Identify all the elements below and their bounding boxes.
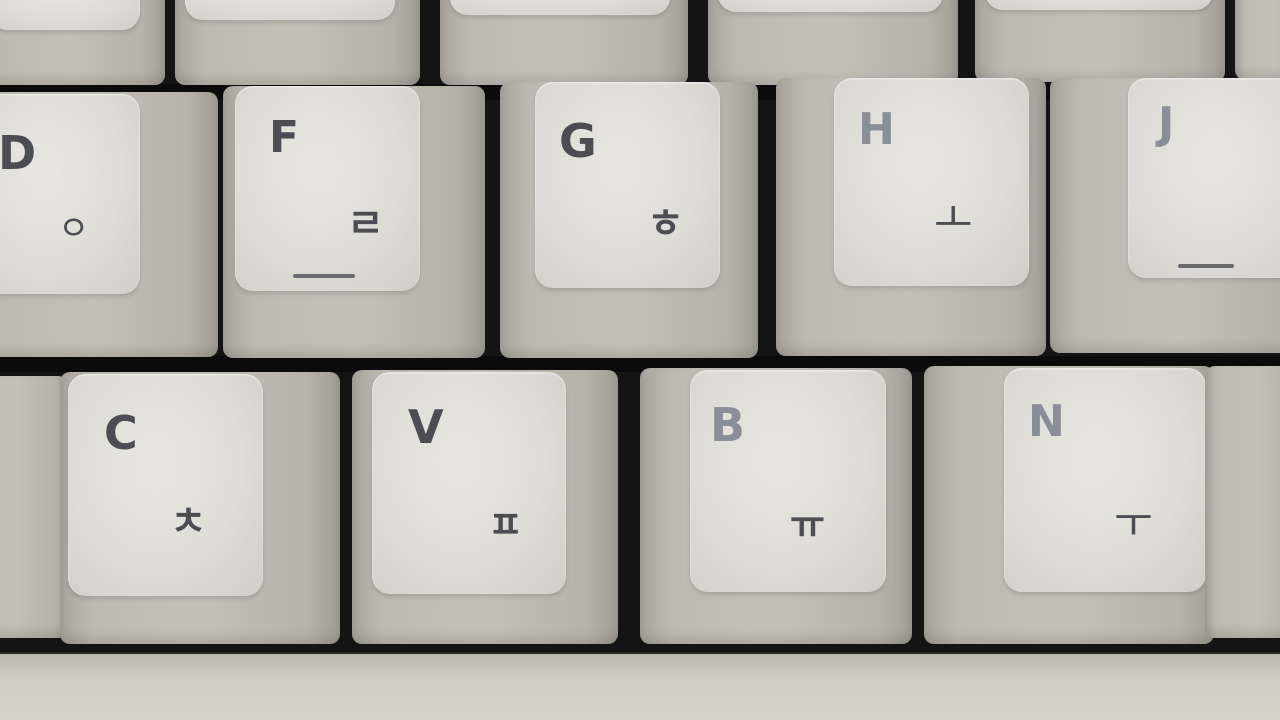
keyboard-photo: D ㅇ F ㄹ G ㅎ H ㅗ J C ㅊ V ㅍ B ㅠ N ㅜ [0, 0, 1280, 720]
key-top-partial[interactable] [440, 0, 688, 85]
key-cap: B ㅠ [690, 370, 886, 592]
key-cap: F ㄹ [235, 86, 420, 291]
key-body [0, 376, 68, 638]
key-letter: D [0, 126, 37, 180]
homing-bump [293, 274, 355, 278]
key-h[interactable]: H ㅗ [776, 78, 1046, 356]
key-letter: V [408, 400, 444, 454]
key-f[interactable]: F ㄹ [223, 86, 485, 358]
key-c[interactable]: C ㅊ [60, 372, 340, 644]
key-top-partial[interactable] [0, 0, 165, 85]
key-letter: C [104, 406, 138, 460]
key-hangul: ㄹ [347, 201, 384, 247]
key-hangul: ㅍ [488, 503, 523, 547]
key-top-partial[interactable] [708, 0, 958, 85]
key-cap [0, 0, 140, 30]
key-body [975, 0, 1225, 82]
key-cap: V ㅍ [372, 372, 566, 594]
key-letter: J [1158, 98, 1175, 149]
key-letter: F [269, 112, 300, 163]
key-x-partial[interactable] [0, 376, 68, 638]
key-n[interactable]: N ㅜ [924, 366, 1214, 644]
key-cap [718, 0, 943, 12]
key-body [1205, 366, 1280, 638]
keyboard-frame [0, 652, 1280, 720]
homing-bump [1178, 264, 1234, 268]
key-top-partial[interactable] [975, 0, 1225, 82]
key-letter: G [559, 114, 597, 168]
key-b[interactable]: B ㅠ [640, 368, 912, 644]
key-hangul: ㅗ [934, 194, 973, 243]
key-m-partial[interactable] [1205, 366, 1280, 638]
key-cap: J [1128, 78, 1280, 278]
key-body [1235, 0, 1280, 80]
key-cap [450, 0, 670, 15]
key-top-partial[interactable] [175, 0, 420, 85]
key-cap: N ㅜ [1004, 368, 1206, 592]
key-cap: G ㅎ [535, 82, 720, 288]
key-hangul: ㅎ [647, 201, 684, 247]
key-d[interactable]: D ㅇ [0, 92, 218, 357]
key-body [708, 0, 958, 85]
key-top-partial[interactable] [1235, 0, 1280, 80]
key-hangul: ㅠ [790, 503, 825, 547]
key-hangul: ㅊ [170, 499, 207, 545]
key-letter: B [710, 398, 746, 452]
key-letter: H [858, 104, 895, 155]
key-hangul: ㅜ [1114, 498, 1153, 547]
key-cap: H ㅗ [834, 78, 1029, 286]
key-cap: C ㅊ [68, 374, 263, 596]
key-letter: N [1028, 396, 1065, 447]
key-v[interactable]: V ㅍ [352, 370, 618, 644]
key-hangul: ㅇ [58, 209, 90, 249]
key-cap: D ㅇ [0, 94, 140, 294]
key-g[interactable]: G ㅎ [500, 82, 758, 358]
key-cap [985, 0, 1213, 10]
key-j[interactable]: J [1050, 78, 1280, 353]
key-cap [185, 0, 395, 20]
